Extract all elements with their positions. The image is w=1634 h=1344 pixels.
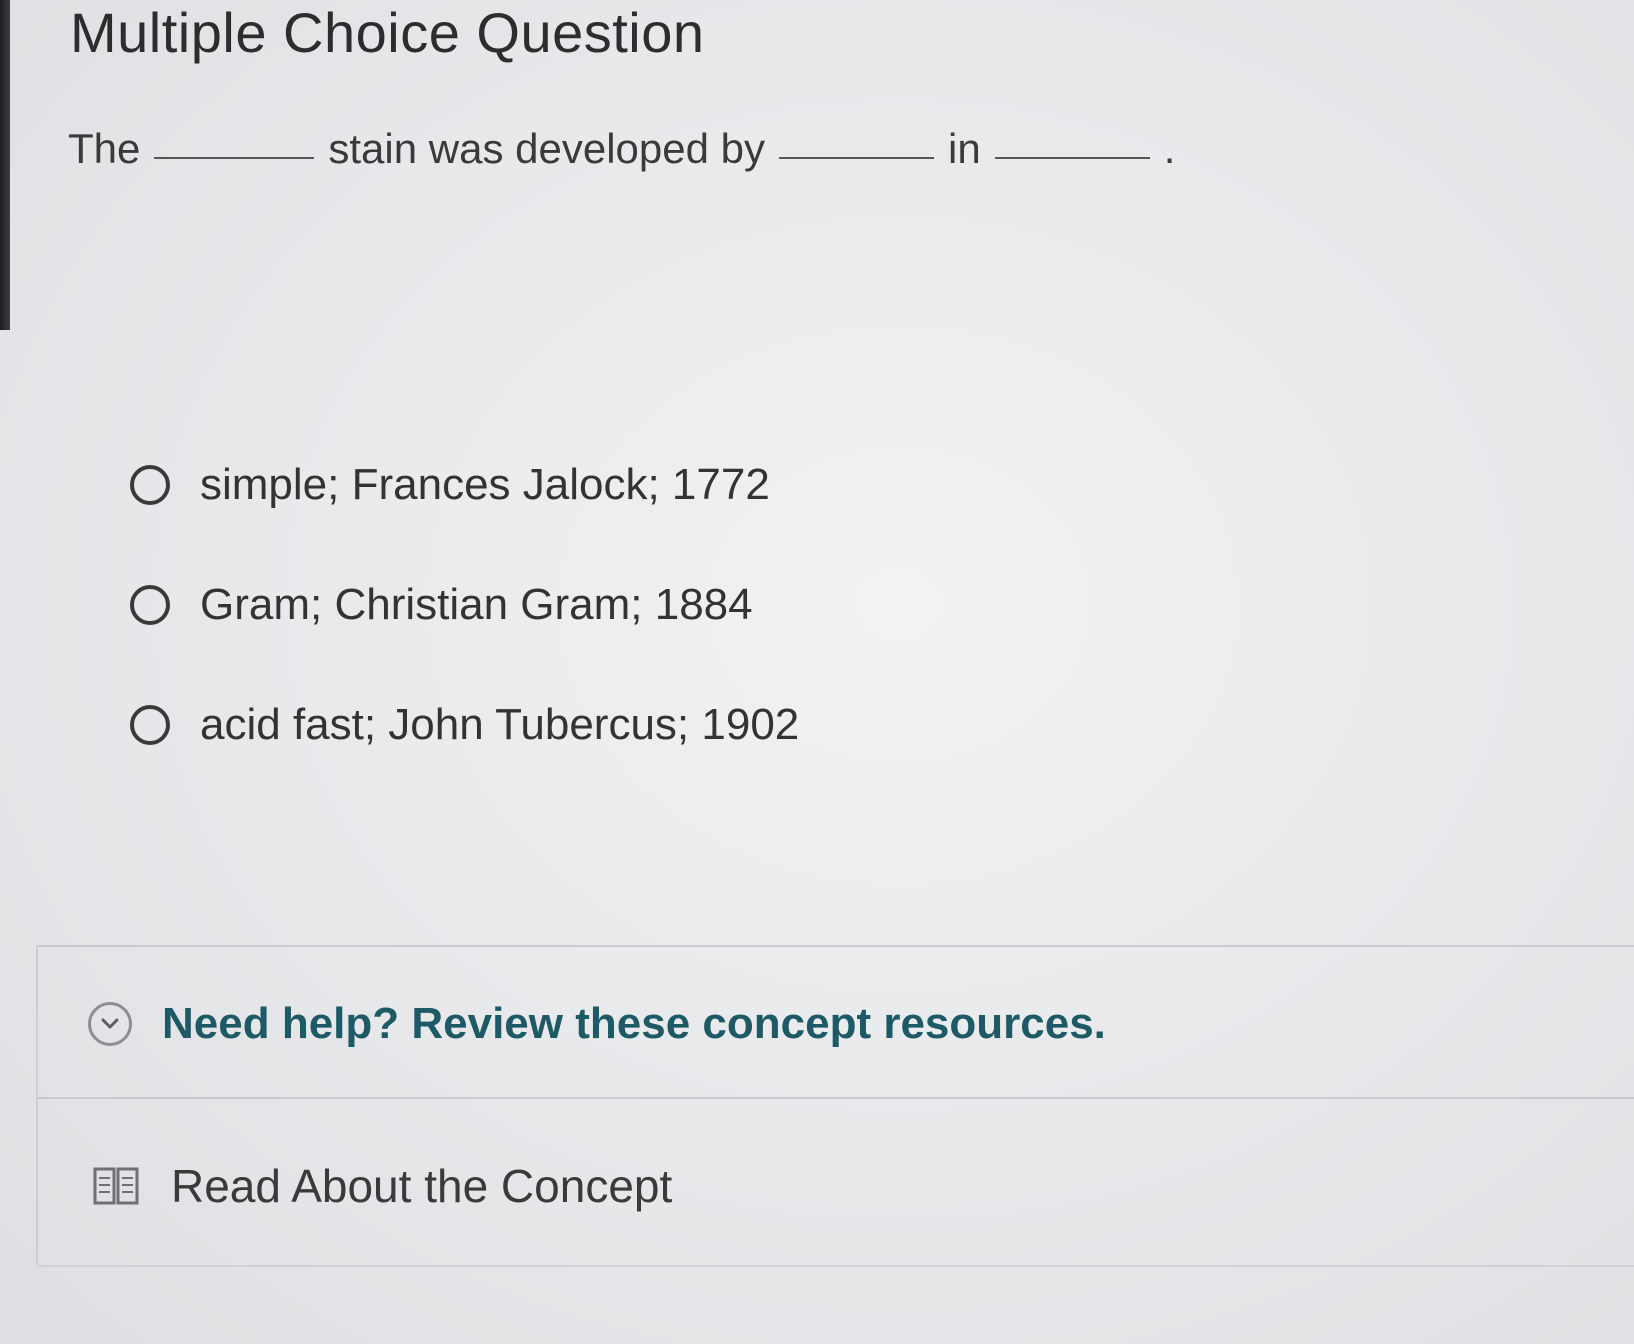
page-title: Multiple Choice Question <box>70 1 705 64</box>
blank-3 <box>994 156 1150 159</box>
help-panel: Need help? Review these concept resource… <box>36 945 1634 1267</box>
answer-option-label: acid fast; John Tubercus; 1902 <box>200 700 800 749</box>
question-prompt: The stain was developed by in . <box>68 125 1175 173</box>
question-segment-2: in <box>948 125 981 172</box>
chevron-down-icon[interactable] <box>88 1002 132 1046</box>
read-about-concept-link[interactable]: Read About the Concept <box>93 1159 672 1213</box>
answer-option-label: Gram; Christian Gram; 1884 <box>200 580 753 629</box>
help-title[interactable]: Need help? Review these concept resource… <box>162 999 1106 1049</box>
answer-option-label: simple; Frances Jalock; 1772 <box>200 460 770 509</box>
answer-option-1[interactable]: simple; Frances Jalock; 1772 <box>130 425 799 545</box>
question-prefix: The <box>68 125 141 172</box>
radio-button[interactable] <box>130 585 170 625</box>
question-segment-1: stain was developed by <box>328 125 765 172</box>
answer-option-3[interactable]: acid fast; John Tubercus; 1902 <box>130 665 799 785</box>
question-suffix: . <box>1163 125 1176 172</box>
answer-options: simple; Frances Jalock; 1772 Gram; Chris… <box>130 425 799 785</box>
blank-1 <box>154 156 315 159</box>
answer-option-2[interactable]: Gram; Christian Gram; 1884 <box>130 545 799 665</box>
divider <box>38 1097 1634 1099</box>
blank-2 <box>779 156 934 159</box>
screen-bezel <box>0 0 10 330</box>
book-icon <box>93 1166 139 1206</box>
divider <box>38 1265 1634 1267</box>
radio-button[interactable] <box>130 465 170 505</box>
help-toggle[interactable]: Need help? Review these concept resource… <box>88 999 1106 1049</box>
radio-button[interactable] <box>130 705 170 745</box>
resource-label[interactable]: Read About the Concept <box>171 1159 672 1213</box>
